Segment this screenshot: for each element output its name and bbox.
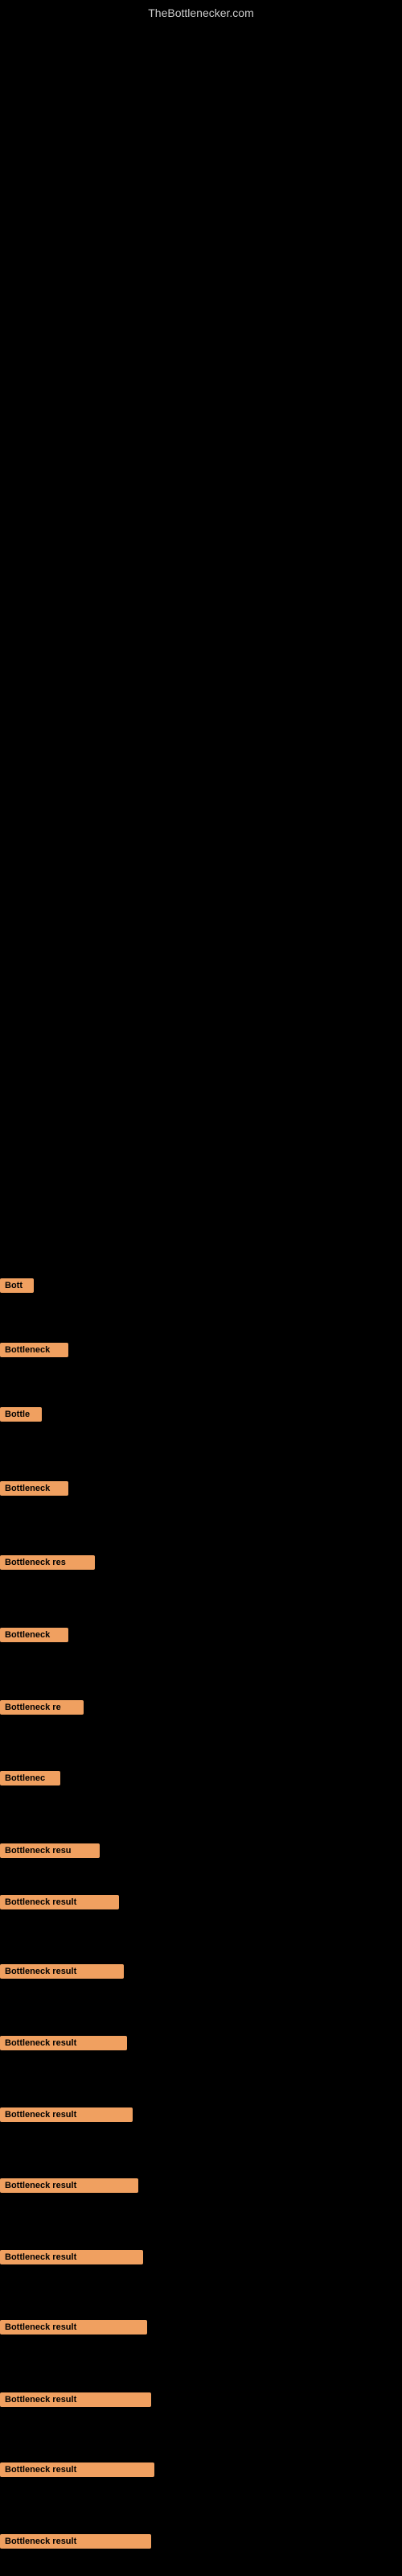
bottleneck-result-label: Bottleneck result — [0, 2107, 133, 2122]
bottleneck-result-label: Bottleneck result — [0, 2178, 138, 2193]
bottleneck-result-label: Bottleneck result — [0, 2036, 127, 2050]
bottleneck-result-label: Bottleneck — [0, 1481, 68, 1496]
bottleneck-result-label: Bottlenec — [0, 1771, 60, 1785]
bottleneck-result-label: Bottleneck result — [0, 2534, 151, 2549]
bottleneck-result-label: Bottleneck result — [0, 2320, 147, 2334]
bottleneck-result-label: Bottleneck result — [0, 1895, 119, 1909]
bottleneck-result-label: Bottleneck — [0, 1343, 68, 1357]
bottleneck-result-label: Bott — [0, 1278, 34, 1293]
bottleneck-result-label: Bottleneck result — [0, 1964, 124, 1979]
bottleneck-result-label: Bottleneck resu — [0, 1843, 100, 1858]
bottleneck-result-label: Bottleneck result — [0, 2462, 154, 2477]
bottleneck-result-label: Bottleneck res — [0, 1555, 95, 1570]
bottleneck-result-label: Bottleneck re — [0, 1700, 84, 1715]
bottleneck-result-label: Bottle — [0, 1407, 42, 1422]
bottleneck-result-label: Bottleneck result — [0, 2392, 151, 2407]
bottleneck-result-label: Bottleneck result — [0, 2250, 143, 2264]
bottleneck-result-label: Bottleneck — [0, 1628, 68, 1642]
site-title: TheBottlenecker.com — [148, 6, 254, 19]
